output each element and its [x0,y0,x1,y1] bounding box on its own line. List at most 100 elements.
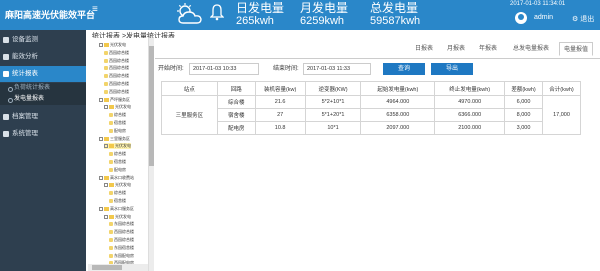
tree-node[interactable]: 东园配电房 [109,253,134,259]
sidebar-subitem-generation-report[interactable]: 发电量报表 [0,94,86,105]
start-time-input[interactable]: 2017-01-03 10:33 [189,63,259,75]
tree-node[interactable]: 西园综合楼 [109,237,134,243]
diff-cell: 3,000 [504,121,543,135]
building-icon [104,89,108,94]
tree-node[interactable]: 西园综合楼 [104,58,129,64]
total-cell: 17,000 [542,95,581,135]
building-icon [104,58,108,63]
sidebar-item-reports[interactable]: 统计报表 [0,66,86,82]
expand-toggle-icon[interactable] [99,97,103,102]
hamburger-icon[interactable]: ≡ [92,5,98,15]
table-row: 宿舍楼 27 5*1+20*1 6358.000 6366.000 8,000 [162,108,581,122]
analysis-icon [3,54,9,60]
tree-node[interactable]: 东园宿舍楼 [109,245,134,251]
tree-node-label: 西园综合楼 [109,81,129,86]
tree-node-label: 西园综合楼 [109,57,129,63]
tree-node[interactable]: 配电房 [109,167,126,173]
settings-icon [3,131,9,137]
tab-yearly[interactable]: 年报表 [479,42,497,56]
sidebar-item-archives[interactable]: 档案管理 [0,109,86,125]
sidebar-subitem-load-report[interactable]: 负荷统计报表 [0,83,86,94]
sidebar-item-label: 设备监测 [12,36,38,43]
expand-toggle-icon[interactable] [99,175,103,180]
end-energy-cell: 2100.000 [434,121,506,135]
tree-node[interactable]: 西园综合楼 [104,73,129,79]
stat-label: 日发电量 [236,1,285,15]
tree-node[interactable]: 西园综合楼 [109,229,134,235]
tree-node[interactable]: 光伏发电 [104,143,131,150]
tree-node[interactable]: 综合楼 [109,190,126,196]
column-header: 合计(kwh) [542,81,581,96]
sidebar: 设备监测 能效分析 统计报表 负荷统计报表 发电量报表 档案管理 系统管理 [0,30,86,271]
tree-node[interactable]: 东园综合楼 [109,221,134,227]
building-icon [109,113,113,118]
tab-daily[interactable]: 日报表 [415,42,433,56]
tree-node[interactable]: 宿舍楼 [109,120,126,126]
tree-node[interactable]: 西园综合楼 [104,65,129,71]
expand-toggle-icon[interactable] [99,136,103,141]
tree-node[interactable]: 三里服务区 [99,136,130,142]
tree-node[interactable]: 高水口收费站 [99,175,134,181]
daily-generation-stat: 日发电量 265kwh [236,2,284,28]
tab-energy-value[interactable]: 电量报值 [559,42,594,56]
tree-horizontal-scrollbar[interactable] [88,264,148,271]
monthly-generation-stat: 月发电量 6259kwh [300,2,348,28]
expand-toggle-icon[interactable] [104,144,108,149]
folder-icon [104,175,109,180]
tree-node-label: 东园配电房 [114,252,134,258]
stat-label: 月发电量 [300,1,349,15]
diff-cell: 8,000 [504,108,543,122]
bell-icon[interactable] [210,3,224,21]
expand-toggle-icon[interactable] [104,105,108,110]
station-cell: 三里服务区 [161,95,218,135]
table-row: 三里服务区 综合楼 21.6 5*2+10*1 4964.000 4970.00… [161,95,581,135]
tree-node[interactable]: 芦坪服务区 [99,97,130,103]
tree-node[interactable]: 宿舍楼 [109,198,126,204]
column-header: 差额(kwh) [504,81,543,96]
folder-icon [109,183,114,188]
sidebar-item-device-monitor[interactable]: 设备监测 [0,32,86,48]
current-datetime: 2017-01-03 11:34:01 [510,1,566,7]
start-energy-cell: 2097.000 [360,121,436,135]
tree-node-label: 宿舍楼 [114,159,126,164]
scroll-thumb[interactable] [92,265,122,270]
column-header: 回路 [216,81,256,96]
tree-node[interactable]: 西园综合楼 [104,81,129,87]
user-name[interactable]: admin [534,14,553,21]
tree-node-label: 东园宿舍楼 [114,244,134,250]
tree-node[interactable]: 综合楼 [109,151,126,157]
stat-label: 总发电量 [370,1,419,15]
station-tree: 光伏发电 西园综合楼 西园综合楼 西园综合楼 西园综合楼 西园综合楼 西园综合楼 芦坪服务区光… [88,38,152,271]
tree-node[interactable]: 光伏发电 [99,42,126,48]
end-time-input[interactable]: 2017-01-03 11:33 [303,63,371,75]
tab-monthly[interactable]: 月报表 [447,42,465,56]
scroll-thumb[interactable] [149,46,154,166]
expand-toggle-icon[interactable] [104,183,108,188]
export-button[interactable]: 导出 [431,63,473,75]
building-icon [109,222,113,227]
stat-value: 6259kwh [300,15,345,27]
end-time-label: 结束时间: [273,66,299,72]
tab-total[interactable]: 总发电量报表 [513,42,549,56]
tree-node[interactable]: 光伏发电 [104,214,131,220]
tree-node[interactable]: 宿舍楼 [109,159,126,165]
tree-node-label: 芦坪服务区 [110,96,130,102]
logout-button[interactable]: ⚙ 退出 [572,14,594,24]
tree-node[interactable]: 光伏发电 [104,104,131,110]
tree-node[interactable]: 综合楼 [109,112,126,118]
tree-node[interactable]: 西园综合楼 [104,89,129,95]
tree-node[interactable]: 高水口服务区 [99,206,134,212]
expand-toggle-icon[interactable] [104,214,108,219]
building-icon [109,245,113,250]
avatar[interactable] [515,12,527,24]
sidebar-item-system[interactable]: 系统管理 [0,126,86,142]
expand-toggle-icon[interactable] [99,206,103,211]
tree-node[interactable]: 西园综合楼 [104,50,129,56]
sidebar-item-efficiency[interactable]: 能效分析 [0,49,86,65]
inverter-cell: 5*2+10*1 [304,95,362,109]
tree-scrollbar[interactable] [148,38,154,271]
query-button[interactable]: 查询 [383,63,425,75]
expand-toggle-icon[interactable] [99,42,103,47]
tree-node[interactable]: 配电房 [109,128,126,134]
tree-node[interactable]: 光伏发电 [104,182,131,188]
